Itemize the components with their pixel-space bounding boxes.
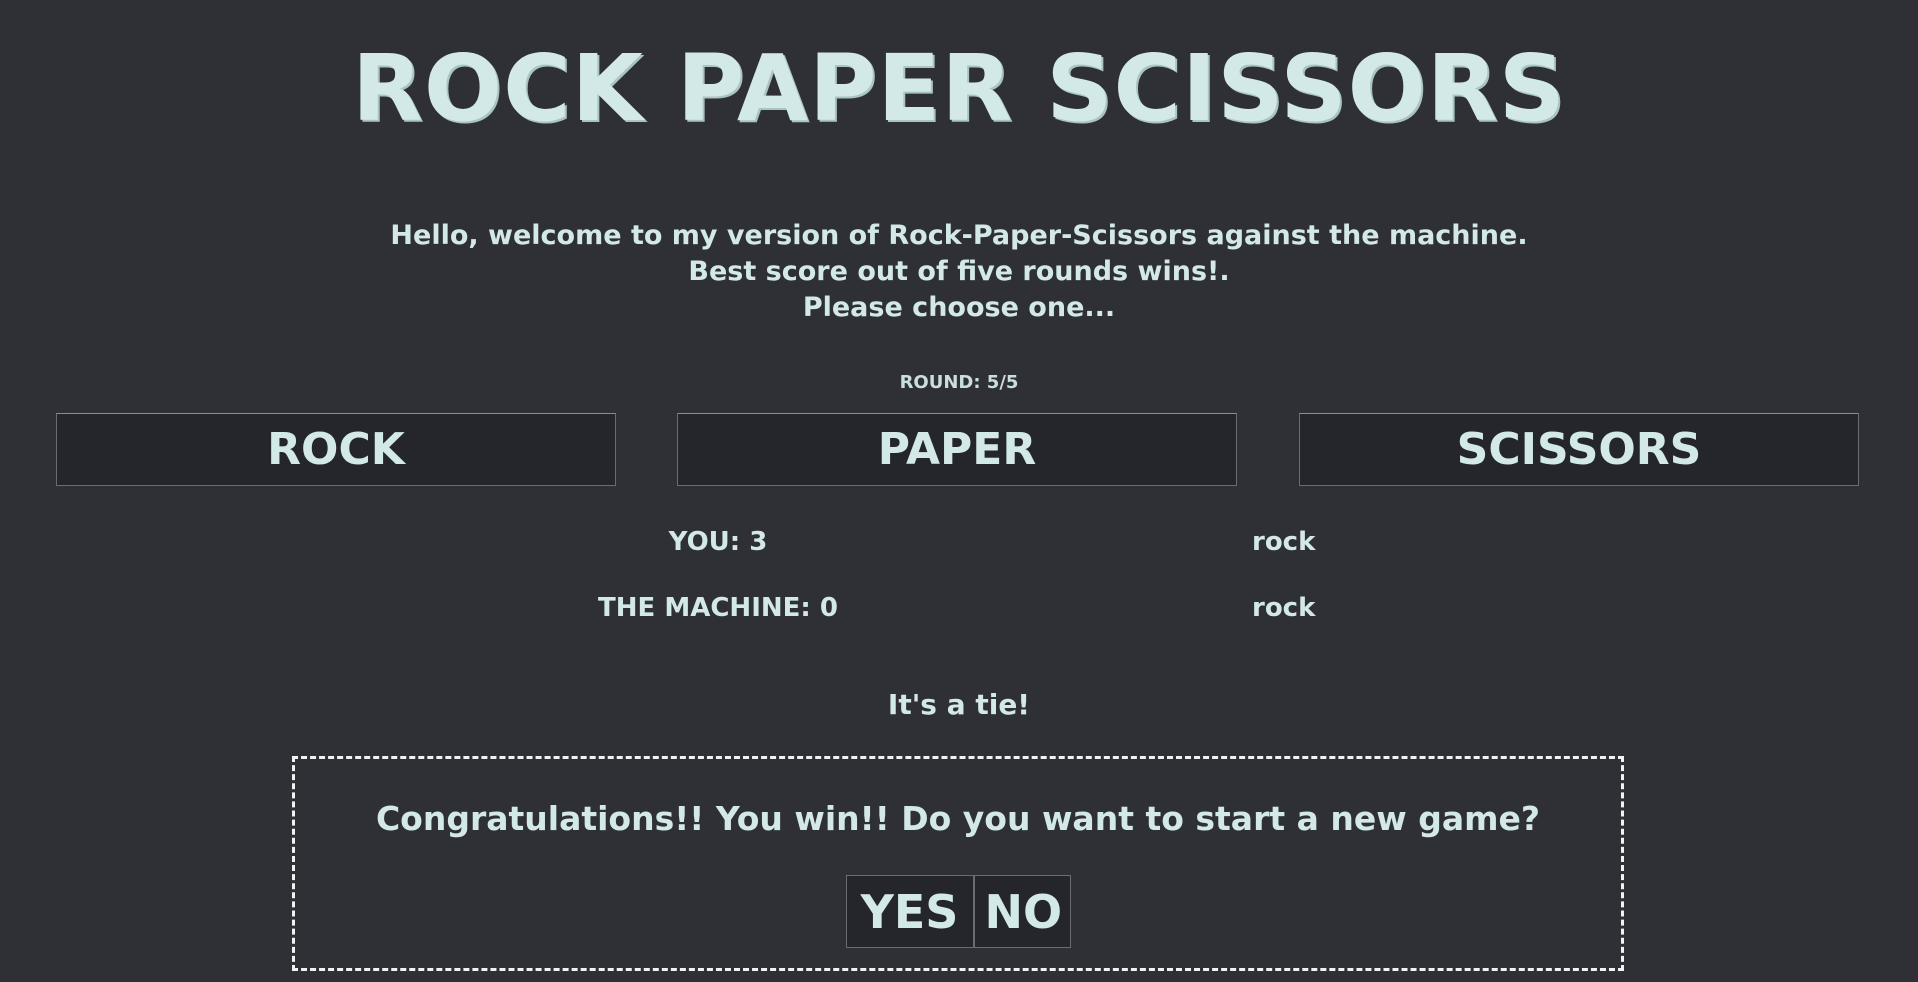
rock-button[interactable]: ROCK	[56, 413, 616, 486]
player-score: YOU: 3	[668, 527, 768, 557]
yes-button[interactable]: YES	[845, 875, 974, 948]
intro-line-prompt: Please choose one...	[802, 292, 1116, 323]
round-counter: ROUND: 5/5	[899, 372, 1019, 393]
new-game-dialog: Congratulations!! You win!! Do you want …	[292, 756, 1624, 971]
dialog-message: Congratulations!! You win!! Do you want …	[375, 799, 1541, 838]
paper-button[interactable]: PAPER	[677, 413, 1237, 486]
page-title: ROCK PAPER SCISSORS	[352, 35, 1566, 142]
intro-text: Hello, welcome to my version of Rock-Pap…	[0, 218, 1918, 326]
player-choice: rock	[1252, 527, 1316, 557]
no-button[interactable]: NO	[973, 875, 1071, 948]
machine-choice: rock	[1252, 593, 1316, 623]
round-result: It's a tie!	[887, 688, 1031, 721]
intro-line-rules: Best score out of five rounds wins!.	[688, 256, 1230, 287]
dialog-buttons: YES NO	[295, 875, 1621, 948]
intro-line-welcome: Hello, welcome to my version of Rock-Pap…	[390, 220, 1528, 251]
machine-score: THE MACHINE: 0	[598, 593, 838, 623]
scissors-button[interactable]: SCISSORS	[1299, 413, 1859, 486]
